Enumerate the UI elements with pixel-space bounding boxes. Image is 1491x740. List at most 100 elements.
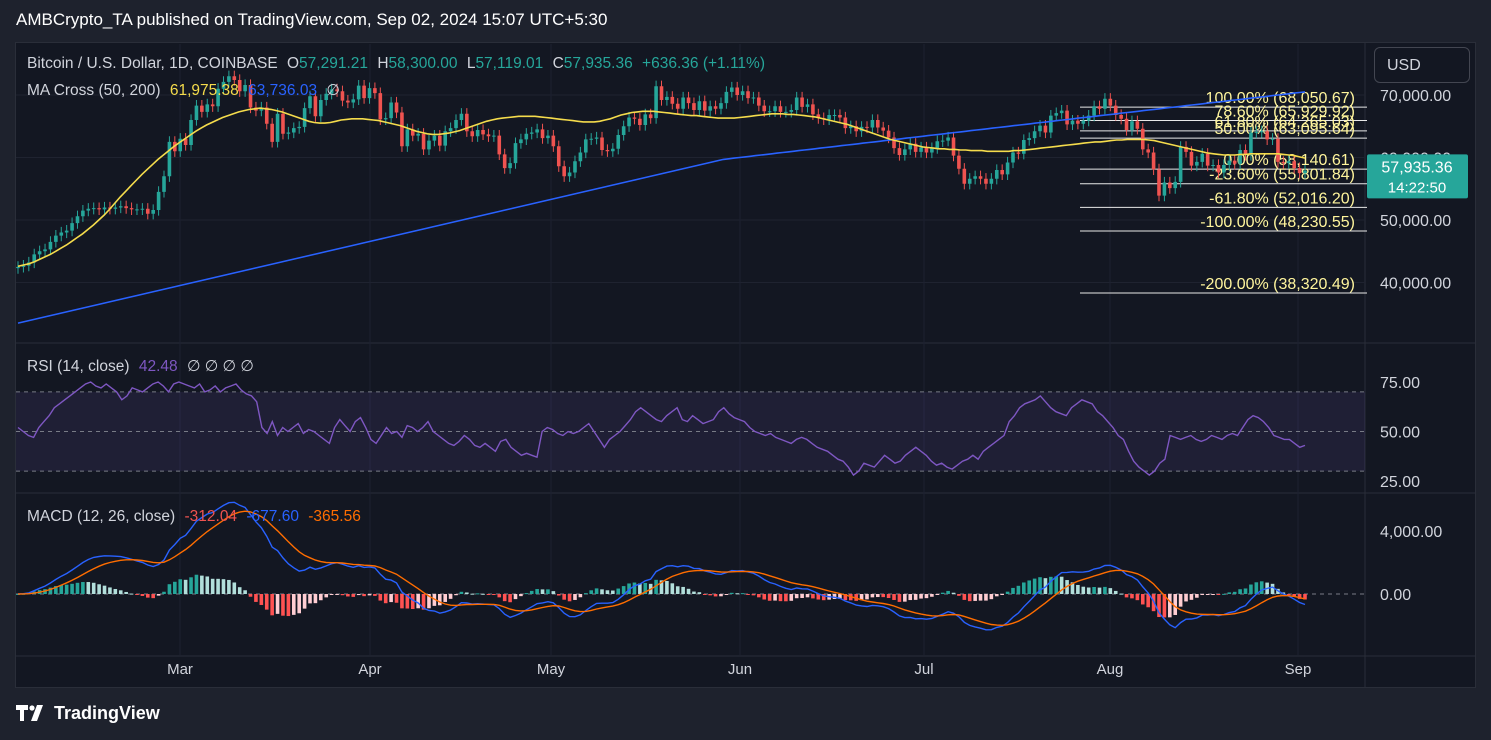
fib-level-label: 50.00% (63,095.64) <box>1214 121 1355 138</box>
candle-body <box>940 140 945 142</box>
macd-histogram-bar <box>275 594 280 614</box>
macd-histogram-bar <box>1286 594 1291 595</box>
ma50-line <box>17 107 1306 268</box>
candle-body <box>1211 165 1215 166</box>
macd-histogram-bar <box>313 594 318 604</box>
macd-histogram-bar <box>259 594 264 605</box>
macd-histogram-bar <box>254 594 258 602</box>
candle-body <box>351 99 356 103</box>
macd-histogram-bar <box>210 578 215 594</box>
macd-histogram-bar <box>389 594 393 603</box>
macd-histogram-bar <box>443 594 447 602</box>
candle-body <box>1038 125 1042 132</box>
candle-body <box>1189 151 1194 166</box>
macd-histogram-bar <box>946 590 950 594</box>
macd-histogram-bar <box>935 594 940 595</box>
candle-body <box>1162 182 1167 196</box>
macd-label[interactable]: MACD (12, 26, close) <box>27 508 175 525</box>
macd-histogram-bar <box>1227 592 1232 594</box>
candle-body <box>984 178 988 184</box>
low-label: L57,119.01 <box>466 55 544 72</box>
candle-body <box>297 126 301 129</box>
macd-histogram-bar <box>1189 594 1194 600</box>
macd-histogram-bar <box>297 594 301 614</box>
macd-histogram-bar <box>535 589 539 594</box>
macd-histogram-bar <box>264 594 269 610</box>
candle-body <box>48 241 53 250</box>
macd-histogram-bar <box>91 582 96 594</box>
candle-body <box>286 132 291 134</box>
candle-body <box>475 130 480 137</box>
candle-body <box>692 103 696 110</box>
candle-body <box>551 135 556 147</box>
candle-body <box>1249 132 1253 155</box>
time-tick-label: Sep <box>1285 661 1312 678</box>
macd-histogram-bar <box>335 594 339 595</box>
macd-histogram-bar <box>729 592 734 594</box>
macd-histogram-bar <box>1184 594 1188 602</box>
macd-histogram-bar <box>881 594 886 598</box>
change-value: +636.36 (+1.11%) <box>642 55 765 72</box>
candle-body <box>1232 160 1237 164</box>
candle-body <box>973 176 977 179</box>
candle-body <box>502 154 507 169</box>
candle-body <box>59 232 64 236</box>
symbol-title[interactable]: Bitcoin / U.S. Dollar, 1D, COINBASE <box>27 55 278 72</box>
candle-body <box>367 88 372 99</box>
candle-body <box>302 108 307 127</box>
macd-histogram-bar <box>957 594 961 596</box>
currency-selector-button[interactable]: USD <box>1374 47 1470 83</box>
macd-histogram-bar <box>605 590 610 594</box>
candle-body <box>881 127 886 131</box>
ma-cross-label[interactable]: MA Cross (50, 200) <box>27 82 161 99</box>
macd-histogram-bar <box>1259 581 1264 594</box>
candle-body <box>529 132 534 134</box>
candle-body <box>167 141 172 177</box>
candle-body <box>205 104 210 112</box>
macd-tick-label: 4,000.00 <box>1380 524 1442 541</box>
rsi-value: 42.48 <box>138 358 178 375</box>
macd-histogram-bar <box>551 591 556 594</box>
macd-histogram-bar <box>1135 594 1140 601</box>
macd-histogram-bar <box>81 582 85 594</box>
candle-body <box>989 178 994 184</box>
candle-body <box>659 86 664 100</box>
candle-body <box>724 91 729 104</box>
macd-histogram-bar <box>962 594 967 600</box>
candle-body <box>757 97 761 106</box>
candle-body <box>70 223 74 231</box>
macd-histogram-bar <box>583 593 588 595</box>
macd-histogram-bar <box>800 594 804 598</box>
candle-body <box>1281 161 1286 164</box>
candle-body <box>546 135 550 139</box>
candle-body <box>967 178 972 184</box>
candle-body <box>978 176 983 179</box>
price-tick-label: 50,000.00 <box>1380 213 1451 230</box>
macd-histogram-bar <box>189 577 193 594</box>
candle-body <box>919 147 923 152</box>
rsi-tick-label: 75.00 <box>1380 375 1420 392</box>
rsi-label[interactable]: RSI (14, close) <box>27 358 130 375</box>
candle-body <box>1065 110 1069 125</box>
macd-histogram-bar <box>886 594 891 599</box>
macd-histogram-bar <box>351 594 356 597</box>
candle-body <box>886 130 891 138</box>
macd-histogram-bar <box>778 594 783 602</box>
tradingview-brand[interactable]: TradingView <box>16 703 160 724</box>
candle-body <box>135 209 139 211</box>
open-value: 57,291.21 <box>299 55 369 72</box>
macd-histogram-bar <box>221 579 226 594</box>
candle-body <box>1276 138 1280 162</box>
macd-histogram-bar <box>329 594 334 595</box>
candle-body <box>1059 110 1064 114</box>
macd-histogram-bar <box>1173 594 1178 615</box>
candle-body <box>935 141 940 149</box>
macd-histogram-bar <box>373 594 377 596</box>
candle-body <box>275 113 280 142</box>
macd-histogram-bar <box>459 591 464 594</box>
macd-histogram-bar <box>994 594 999 597</box>
candle-body <box>951 137 956 156</box>
candle-body <box>713 106 718 109</box>
candle-body <box>319 100 323 117</box>
candle-body <box>1135 121 1140 129</box>
